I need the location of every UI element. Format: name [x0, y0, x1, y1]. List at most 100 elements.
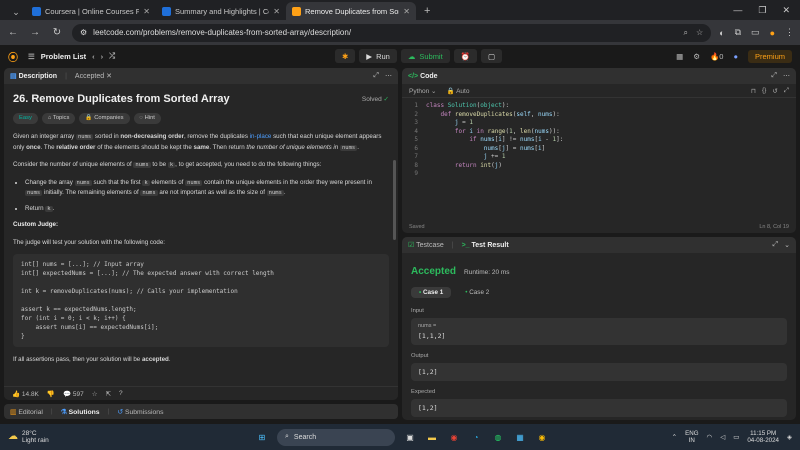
hint-chip[interactable]: ◌ Hint — [133, 112, 161, 124]
share-icon[interactable]: ⇱ — [106, 390, 111, 398]
format-icon[interactable]: {} — [762, 87, 766, 95]
tab-description[interactable]: ▤ Description — [10, 72, 57, 80]
fullscreen-icon[interactable]: ⤢ — [784, 87, 789, 95]
close-tab-icon[interactable]: ✕ — [403, 7, 410, 16]
history-icon: ↺ — [117, 408, 124, 416]
profile-avatar[interactable]: ● — [770, 28, 775, 38]
forward-icon[interactable]: → — [28, 27, 42, 38]
reset-icon[interactable]: ↺ — [772, 87, 777, 95]
prev-problem-icon[interactable]: ‹ — [92, 52, 95, 61]
coursera-favicon-icon — [32, 6, 41, 16]
maximize-icon[interactable]: ❐ — [758, 5, 766, 16]
run-button[interactable]: ▶ Run — [359, 49, 397, 63]
favorite-star-icon[interactable]: ☆ — [92, 390, 98, 398]
minimize-icon[interactable]: — — [733, 5, 742, 16]
close-icon[interactable]: ✕ — [106, 73, 112, 80]
language-indicator[interactable]: ENG IN — [685, 430, 698, 445]
browser-tab-leetcode[interactable]: Remove Duplicates from Sorte ✕ — [286, 2, 416, 20]
notification-icon[interactable]: ◈ — [787, 433, 792, 441]
like-button[interactable]: 👍 14.8K — [12, 390, 39, 398]
tab-test-result[interactable]: >_ Test Result — [462, 242, 509, 249]
menu-icon[interactable]: ⋮ — [785, 27, 794, 38]
case-1-tab[interactable]: • Case 1 — [411, 287, 452, 298]
reload-icon[interactable]: ↻ — [50, 27, 64, 38]
notes-button[interactable]: ▢ — [481, 49, 503, 63]
layout-icon[interactable]: ▦ — [676, 52, 683, 61]
tray-chevron-icon[interactable]: ⌃ — [672, 433, 677, 441]
tab-search-icon[interactable]: ⌄ — [6, 4, 26, 20]
auto-toggle[interactable]: 🔒 Auto — [447, 87, 470, 95]
tab-code[interactable]: </> Code — [408, 73, 438, 80]
browser-tab-strip: ⌄ Coursera | Online Courses From ✕ Summa… — [0, 0, 800, 20]
chrome-profile-icon[interactable]: ◉ — [535, 430, 549, 444]
store-icon[interactable]: ▦ — [513, 430, 527, 444]
language-select[interactable]: Python ⌄ — [409, 87, 437, 95]
zoom-icon[interactable]: ⌕ — [684, 28, 688, 38]
streak-counter[interactable]: 🔥0 — [710, 52, 724, 61]
coursera-favicon-icon — [162, 6, 171, 16]
sidepanel-icon[interactable]: ▭ — [751, 27, 760, 38]
companies-chip[interactable]: 🔒 Companies — [79, 112, 130, 124]
help-icon[interactable]: ? — [119, 390, 123, 397]
back-icon[interactable]: ← — [6, 27, 20, 38]
tab-accepted[interactable]: Accepted ✕ — [75, 72, 112, 80]
close-tab-icon[interactable]: ✕ — [143, 7, 150, 16]
code-lines: class Solution(object): def removeDuplic… — [426, 102, 564, 169]
more-icon[interactable]: ⋯ — [385, 72, 392, 80]
clock[interactable]: 11:15 PM 04-08-2024 — [747, 430, 779, 445]
close-tab-icon[interactable]: ✕ — [273, 7, 280, 16]
submit-button[interactable]: ☁ Submit — [400, 49, 450, 63]
taskbar-search[interactable]: ⌕ Search — [277, 428, 395, 446]
timer-button[interactable]: ⏰ — [453, 49, 478, 63]
battery-icon[interactable]: ▭ — [733, 433, 739, 441]
expand-icon[interactable]: ⤢ — [773, 241, 779, 249]
more-icon[interactable]: ⋯ — [783, 72, 790, 80]
checkbox-icon: ☑ — [408, 242, 415, 249]
shuffle-icon[interactable]: ⤮ — [109, 51, 115, 61]
bookmark-icon[interactable]: ⊓ — [751, 87, 756, 95]
page-title: 26. Remove Duplicates from Sorted Array — [13, 93, 230, 105]
start-windows-icon[interactable]: ⊞ — [255, 430, 269, 444]
code-editor[interactable]: 123456789 class Solution(object): def re… — [402, 98, 796, 179]
tab-submissions[interactable]: ↺ Submissions — [117, 408, 163, 416]
expand-icon[interactable]: ⤢ — [373, 72, 379, 80]
dislike-button[interactable]: 👎 — [47, 390, 55, 398]
leetcode-favicon-icon — [292, 6, 301, 16]
weather-widget[interactable]: ☁ 28°C Light rain — [8, 430, 49, 445]
user-avatar[interactable]: ● — [733, 52, 738, 61]
debug-button[interactable]: ✱ — [335, 49, 356, 63]
expand-icon[interactable]: ⤢ — [771, 72, 777, 80]
code-panel: </> Code ⤢ ⋯ Python ⌄ 🔒 Auto ⊓ {} ↺ ⤢ 12… — [402, 68, 796, 233]
browser-tab-coursera[interactable]: Coursera | Online Courses From ✕ — [26, 2, 156, 20]
task-view-icon[interactable]: ▣ — [403, 430, 417, 444]
in-place-link[interactable]: in-place — [250, 133, 272, 140]
topics-chip[interactable]: ⌂ Topics — [41, 112, 76, 124]
url-input[interactable]: ⚙ leetcode.com/problems/remove-duplicate… — [72, 23, 712, 42]
tab-editorial[interactable]: ▥ Editorial — [10, 408, 43, 416]
description-scrollbar[interactable] — [393, 160, 396, 240]
tab-solutions[interactable]: ⚗ Solutions — [61, 408, 100, 416]
settings-gear-icon[interactable]: ⚙ — [693, 52, 700, 61]
extensions-icon[interactable]: ⧉ — [735, 27, 741, 38]
site-info-icon[interactable]: ⚙ — [80, 28, 87, 37]
collapse-icon[interactable]: ⌄ — [784, 241, 790, 249]
bookmark-star-icon[interactable]: ☆ — [696, 28, 703, 38]
edge-icon[interactable]: ◔ — [469, 430, 483, 444]
volume-icon[interactable]: ◁ — [720, 433, 725, 441]
premium-button[interactable]: Premium — [747, 49, 792, 63]
thumbs-up-icon: 👍 — [12, 390, 21, 398]
browser-tab-summary[interactable]: Summary and Highlights | Cou ✕ — [156, 2, 286, 20]
wifi-icon[interactable]: ◠ — [707, 433, 713, 441]
chrome-icon[interactable]: ◉ — [447, 430, 461, 444]
close-window-icon[interactable]: ✕ — [782, 5, 790, 16]
shield-icon[interactable]: ◐ — [719, 28, 724, 38]
tab-testcase[interactable]: ☑ Testcase — [408, 241, 444, 249]
case-2-tab[interactable]: • Case 2 — [457, 287, 497, 298]
comments-button[interactable]: 💬 597 — [63, 390, 84, 398]
leetcode-logo-icon[interactable]: ⦿ — [8, 49, 18, 64]
new-tab-button[interactable]: + — [416, 5, 438, 20]
whatsapp-icon[interactable]: ◍ — [491, 430, 505, 444]
problem-list-link[interactable]: Problem List — [41, 52, 86, 61]
next-problem-icon[interactable]: › — [101, 52, 104, 61]
file-explorer-icon[interactable]: ▬ — [425, 430, 439, 444]
